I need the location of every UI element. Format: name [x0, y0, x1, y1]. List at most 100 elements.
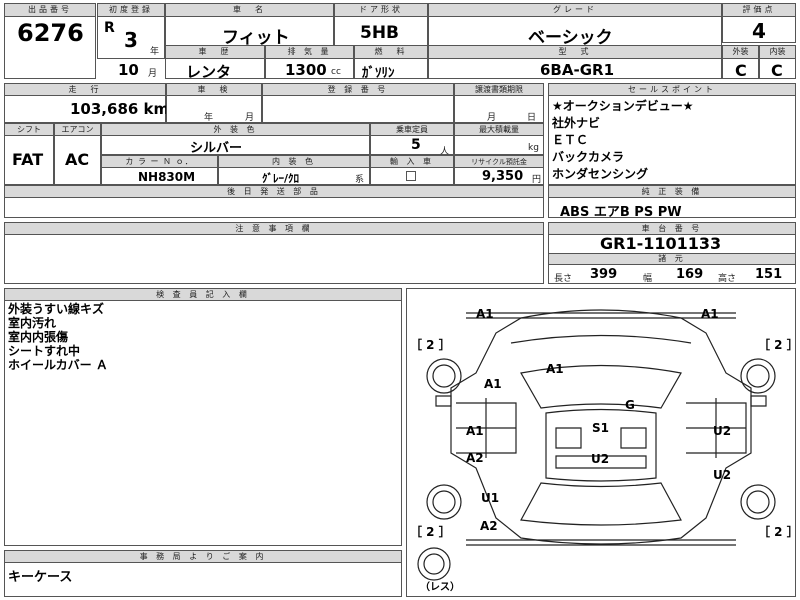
year-unit: 年: [150, 47, 160, 57]
ac: AC: [65, 150, 90, 169]
dims-header: 諸 元: [548, 253, 796, 265]
int-color-unit: 系: [355, 175, 365, 185]
mileage-header: 走 行: [4, 83, 166, 96]
inspector-note: 室内内張傷: [8, 330, 69, 344]
fuel-header: 燃 料: [354, 45, 428, 59]
spare-tire-label: （レス）: [420, 580, 460, 593]
chassis-number: GR1-1101133: [600, 234, 722, 253]
width-label: 幅: [643, 274, 653, 284]
inspection-month-unit: 月: [245, 113, 255, 123]
shift: FAT: [12, 150, 44, 169]
sales-points-header: セールスポイント: [548, 83, 796, 96]
score-header: 評価点: [722, 3, 796, 17]
damage-mark: A2: [480, 519, 498, 533]
sales-points-list: ★オークションデビュー★ 社外ナビ ＥＴＣ バックカメラ ホンダセンシング: [552, 98, 694, 183]
capacity: 5: [411, 137, 421, 153]
year-value: 3: [124, 28, 138, 52]
import-checkbox: [406, 171, 416, 181]
damage-mark: U2: [713, 424, 731, 438]
damage-mark: A2: [466, 451, 484, 465]
transfer-header: 譲渡書類期限: [454, 83, 544, 96]
mileage: 103,686 km: [70, 100, 170, 118]
door-type: 5HB: [360, 23, 400, 43]
damage-mark: A1: [484, 377, 502, 391]
overall-score: 4: [752, 19, 766, 43]
displacement: 1300: [285, 61, 327, 79]
tire-front-left-label: ［ 2 ］: [410, 337, 451, 352]
damage-mark: S1: [592, 421, 609, 435]
recycle-unit: 円: [532, 175, 542, 185]
damage-mark: U2: [713, 468, 731, 482]
damage-mark: A1: [701, 307, 719, 321]
model-code: 6BA-GR1: [540, 61, 615, 79]
wheel-rear-right: [740, 484, 776, 520]
length: 399: [590, 267, 618, 282]
height-label: 高さ: [718, 274, 737, 284]
height: 151: [755, 267, 783, 282]
rear-window: [520, 482, 682, 526]
lot-number-header: 出品番号: [4, 3, 96, 17]
inspector-note: ホイールカバー Ａ: [8, 358, 108, 372]
import-header: 輸 入 車: [370, 155, 454, 168]
first-reg-header: 初度登録: [97, 3, 165, 17]
transfer-month-unit: 月: [487, 113, 497, 123]
color-no: NH830M: [138, 170, 196, 184]
wheel-front-right: [740, 358, 776, 394]
damage-mark: A1: [546, 362, 564, 376]
sales-point: ＥＴＣ: [552, 133, 589, 147]
car-history: レンタ: [186, 63, 232, 81]
recycle-fee: 9,350: [482, 169, 524, 184]
sales-point: バックカメラ: [552, 150, 625, 164]
length-label: 長さ: [554, 274, 573, 284]
month-unit: 月: [148, 69, 158, 79]
inspector-note: 外装うすい線キズ: [8, 302, 105, 316]
lot-number: 6276: [17, 19, 84, 47]
inspector-note: シートすれ中: [8, 344, 81, 358]
damage-mark: G: [625, 398, 635, 412]
office-note: キーケース: [8, 570, 73, 585]
notes-header: 注 意 事 項 欄: [4, 222, 544, 235]
office-header: 事 務 局 よ り ご 案 内: [4, 550, 402, 563]
damage-mark: U1: [481, 491, 499, 505]
era: R: [104, 20, 115, 36]
sales-point: 社外ナビ: [552, 116, 601, 130]
transfer-day-unit: 日: [527, 113, 537, 123]
shift-header: シフト: [4, 123, 54, 136]
ac-header: エアコン: [54, 123, 101, 136]
interior-score: C: [771, 61, 783, 80]
inspector-notes: 外装うすい線キズ 室内汚れ 室内内張傷 シートすれ中 ホイールカバー Ａ: [8, 302, 108, 372]
equipment-header: 純 正 装 備: [548, 185, 796, 198]
spare-tire: [417, 547, 451, 581]
wheel-front-left: [426, 358, 462, 394]
windshield: [520, 364, 682, 409]
tire-rear-right-label: ［ 2 ］: [758, 524, 796, 539]
sales-point: ホンダセンシング: [552, 167, 649, 181]
max-load-unit: kg: [528, 143, 539, 153]
interior-score-header: 内装: [759, 45, 796, 59]
capacity-header: 乗車定員: [370, 123, 454, 136]
recycle-header: リサイクル預託金: [454, 155, 544, 168]
inspection-year-unit: 年: [204, 113, 214, 123]
model-header: 型 式: [428, 45, 722, 59]
tire-front-right-label: ［ 2 ］: [758, 337, 796, 352]
door-header: ドア形状: [334, 3, 428, 17]
grade-header: グレード: [428, 3, 722, 17]
history-header: 車 歴: [165, 45, 265, 59]
ext-color: シルバー: [190, 141, 243, 156]
car-name-header: 車 名: [165, 3, 334, 17]
max-load-header: 最大積載量: [454, 123, 544, 136]
after-parts-header: 後 日 発 送 部 品: [4, 185, 544, 198]
width: 169: [676, 267, 704, 282]
hood-line: [510, 334, 692, 344]
front-bumper: [466, 312, 736, 319]
reg-number-header: 登 録 番 号: [262, 83, 454, 96]
left-doors: [456, 398, 517, 458]
tire-rear-left-label: ［ 2 ］: [410, 524, 451, 539]
int-color: ｸﾞﾚｰ/ｸﾛ: [262, 172, 300, 185]
int-color-header: 内 装 色: [218, 155, 370, 168]
exterior-score-header: 外装: [722, 45, 759, 59]
inspector-header: 検 査 員 記 入 欄: [4, 288, 402, 301]
car-damage-diagram: ［ 2 ］ ［ 2 ］ ［ 2 ］ ［ 2 ］ （レス） A1 A1 A1 A1…: [410, 307, 796, 593]
color-no-header: カ ラ ー Ｎ ｏ．: [101, 155, 218, 168]
fuel: ｶﾞｿﾘﾝ: [362, 66, 395, 81]
